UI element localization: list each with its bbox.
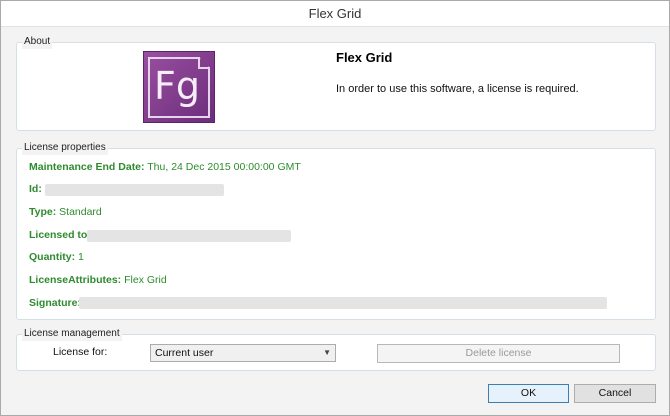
maintenance-value: Thu, 24 Dec 2015 00:00:00 GMT xyxy=(147,161,301,173)
license-management-group: License management License for: Current … xyxy=(16,327,656,371)
quantity-label: Quantity: xyxy=(29,251,76,263)
management-legend: License management xyxy=(22,327,122,341)
quantity-value: 1 xyxy=(78,251,84,263)
maintenance-label: Maintenance End Date: xyxy=(29,161,145,173)
logo-text: Fg xyxy=(154,64,200,108)
id-redacted-value xyxy=(45,184,224,196)
type-row: Type: Standard xyxy=(29,204,102,220)
cancel-button[interactable]: Cancel xyxy=(574,384,656,403)
licensed-to-label: Licensed to: xyxy=(29,229,91,241)
license-required-message: In order to use this software, a license… xyxy=(336,83,579,95)
quantity-row: Quantity: 1 xyxy=(29,249,84,265)
attributes-label: LicenseAttributes: xyxy=(29,274,122,286)
maintenance-end-date-row: Maintenance End Date: Thu, 24 Dec 2015 0… xyxy=(29,159,301,175)
signature-row: Signature: xyxy=(29,295,81,311)
ok-button[interactable]: OK xyxy=(488,384,569,403)
license-properties-group: License properties Maintenance End Date:… xyxy=(16,141,656,320)
type-label: Type: xyxy=(29,206,57,218)
about-group: About Fg Flex Grid In order to use this … xyxy=(16,35,656,131)
signature-redacted-value xyxy=(79,297,607,309)
attributes-value: Flex Grid xyxy=(124,274,167,286)
licensed-to-row: Licensed to: xyxy=(29,227,91,243)
id-label: Id: xyxy=(29,183,42,195)
chevron-down-icon: ▼ xyxy=(323,348,331,357)
product-title: Flex Grid xyxy=(336,50,393,65)
licensed-to-redacted-value xyxy=(87,230,291,242)
signature-label: Signature: xyxy=(29,297,81,309)
license-for-selected: Current user xyxy=(155,347,214,359)
type-value: Standard xyxy=(59,206,102,218)
about-legend: About xyxy=(22,35,53,49)
flex-grid-logo-icon: Fg xyxy=(143,51,215,123)
license-for-select[interactable]: Current user ▼ xyxy=(150,344,336,362)
properties-legend: License properties xyxy=(22,141,108,155)
license-attributes-row: LicenseAttributes: Flex Grid xyxy=(29,272,167,288)
id-row: Id: xyxy=(29,181,42,197)
window-title: Flex Grid xyxy=(1,1,669,27)
delete-license-button[interactable]: Delete license xyxy=(377,344,620,363)
license-for-label: License for: xyxy=(53,346,108,358)
license-dialog: Flex Grid About Fg Flex Grid In order to… xyxy=(0,0,670,416)
